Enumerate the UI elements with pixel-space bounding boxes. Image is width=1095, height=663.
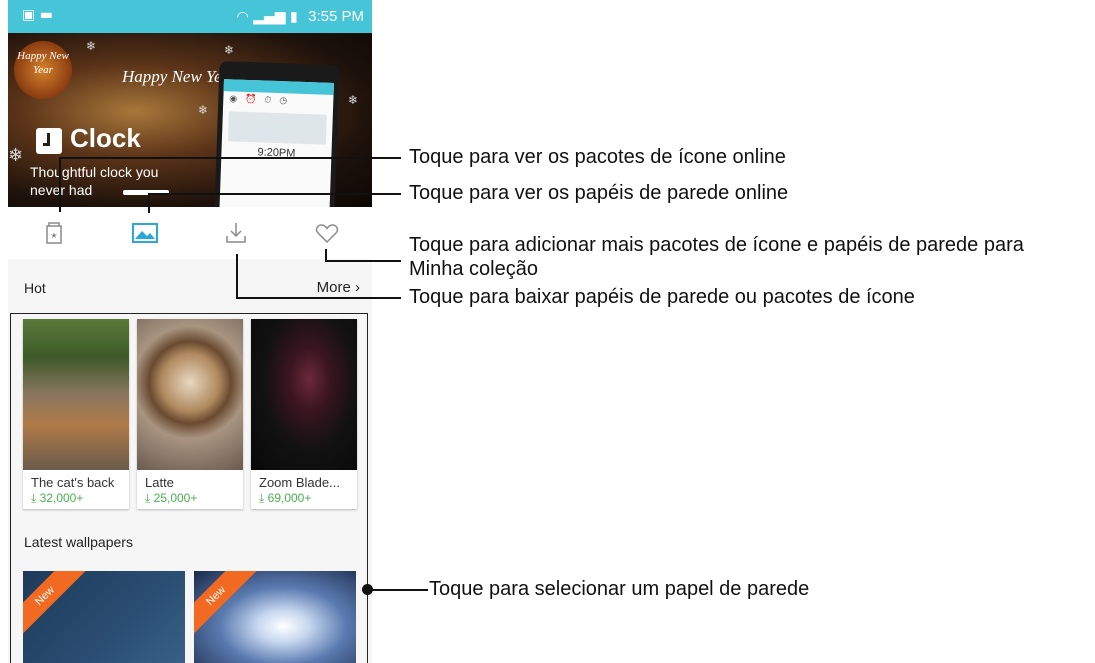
image-icon [131, 223, 158, 243]
tab-favorites[interactable] [281, 207, 372, 259]
status-icons: ◠ ▂▄▆ ▮ 3:55 PM [237, 8, 364, 25]
new-badge: New [194, 571, 260, 640]
latest-wallpaper-card[interactable]: New [194, 571, 356, 663]
chevron-right-icon: › [355, 279, 360, 296]
section-title-latest: Latest wallpapers [24, 534, 133, 550]
new-badge: New [23, 571, 89, 640]
download-count: ⤓ 32,000+ [31, 491, 84, 505]
wifi-icon: ◠ [236, 9, 249, 25]
snowflake-icon: ❄ [198, 103, 209, 117]
battery-icon: ▮ [289, 9, 298, 25]
clock-tabs-icon: ◉⏰⏱◷ [229, 94, 296, 107]
status-time: 3:55 PM [308, 8, 364, 25]
wallpaper-name: Zoom Blade... [259, 475, 340, 490]
callout-line-wallpapers [148, 193, 401, 195]
more-link[interactable]: More › [317, 279, 360, 296]
wallpaper-card[interactable]: The cat's back ⤓ 32,000+ [23, 319, 129, 509]
snowflake-icon: ❄ [86, 39, 97, 53]
callout-line-downloads [236, 254, 238, 297]
callout-wallpapers: Toque para ver os papéis de parede onlin… [409, 182, 789, 204]
device-mockup: ◉⏰⏱◷ 9:20PM [214, 60, 340, 207]
svg-text:★: ★ [50, 231, 57, 240]
wallpaper-card[interactable]: Latte ⤓ 25,000+ [137, 319, 243, 509]
snowflake-icon: ❄ [224, 43, 235, 57]
wallpaper-thumbnail [23, 319, 129, 470]
tab-bar: ★ [8, 207, 372, 259]
callout-line-downloads [236, 297, 401, 299]
clock-app-icon [36, 128, 62, 154]
new-year-badge: Happy New Year [14, 41, 72, 99]
wallpaper-name: Latte [145, 475, 174, 490]
featured-banner[interactable]: ❄ ❄ ❄ ❄ ❄ Happy New Year Happy New Year … [8, 33, 372, 207]
world-map [227, 111, 327, 145]
notification-icon: ▣ ▬ [22, 7, 53, 23]
callout-line-icon-packs [59, 157, 401, 159]
banner-app-title: Clock [70, 123, 141, 153]
wallpaper-card[interactable]: Zoom Blade... ⤓ 69,000+ [251, 319, 357, 509]
wallpaper-name: The cat's back [31, 475, 115, 490]
callout-select: Toque para selecionar um papel de parede [429, 578, 810, 600]
callout-favorites-line1: Toque para adicionar mais pacotes de íco… [409, 234, 1024, 256]
callout-dot [362, 584, 373, 595]
callout-downloads: Toque para baixar papéis de parede ou pa… [409, 286, 915, 308]
signal-icon: ▂▄▆ [253, 9, 286, 25]
wallpaper-thumbnail [137, 319, 243, 470]
tab-downloads[interactable] [190, 207, 281, 259]
heart-icon [315, 224, 338, 244]
callout-line-favorites [325, 260, 401, 262]
section-title-hot: Hot [24, 280, 46, 296]
tab-icon-packs[interactable]: ★ [8, 207, 99, 259]
download-icon: ⤓ [259, 491, 268, 505]
latest-wallpaper-card[interactable]: New [23, 571, 185, 663]
download-count: ⤓ 25,000+ [145, 491, 198, 505]
callout-icon-packs: Toque para ver os pacotes de ícone onlin… [409, 146, 786, 168]
callout-favorites-line2: Minha coleção [409, 258, 538, 280]
device-time: 9:20PM [257, 146, 296, 160]
icon-pack-icon: ★ [45, 222, 62, 244]
status-bar: ▣ ▬ ◠ ▂▄▆ ▮ 3:55 PM [8, 0, 372, 33]
snowflake-icon: ❄ [348, 93, 359, 107]
snowflake-icon: ❄ [8, 145, 24, 166]
tab-wallpapers[interactable] [99, 207, 190, 259]
callout-line-icon-packs [59, 157, 61, 212]
phone-screen: ▣ ▬ ◠ ▂▄▆ ▮ 3:55 PM ❄ ❄ ❄ ❄ ❄ Happy New … [8, 0, 372, 663]
callout-line-wallpapers [148, 193, 150, 213]
callout-line-select [368, 589, 428, 591]
download-count: ⤓ 69,000+ [259, 491, 312, 505]
download-icon [225, 223, 246, 243]
download-icon: ⤓ [145, 491, 154, 505]
download-icon: ⤓ [31, 491, 40, 505]
wallpaper-thumbnail [251, 319, 357, 470]
